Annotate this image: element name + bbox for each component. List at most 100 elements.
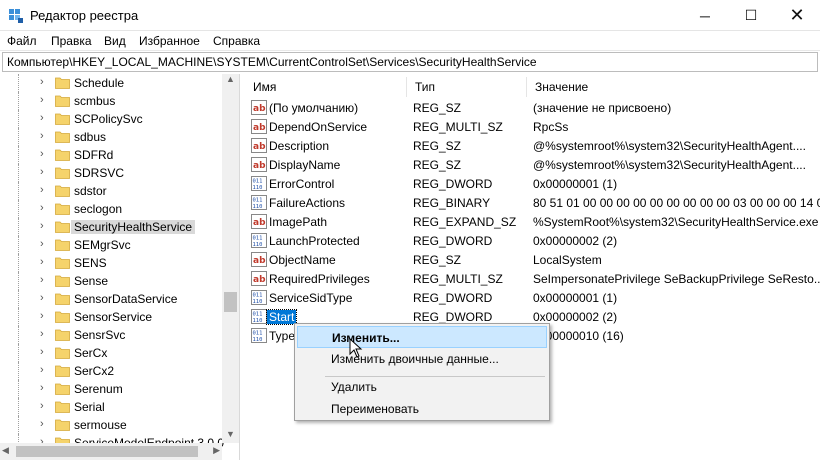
registry-value-row[interactable]: ab ImagePath REG_EXPAND_SZ %SystemRoot%\sys… — [245, 212, 820, 231]
value-type: REG_DWORD — [413, 310, 493, 324]
folder-icon — [55, 185, 70, 197]
menu-view[interactable]: Вид — [104, 34, 126, 48]
scroll-left-icon[interactable]: ◀ — [2, 445, 9, 456]
tree-connector — [18, 218, 19, 236]
tree-item[interactable]: › scmbus — [0, 92, 222, 110]
tree-item[interactable]: › SerCx2 — [0, 362, 222, 380]
expand-chevron-icon[interactable]: › — [40, 382, 44, 394]
registry-value-row[interactable]: ab DependOnService REG_MULTI_SZ RpcSs — [245, 117, 820, 136]
expand-chevron-icon[interactable]: › — [40, 184, 44, 196]
expand-chevron-icon[interactable]: › — [40, 220, 44, 232]
tree-item[interactable]: › SensrSvc — [0, 326, 222, 344]
registry-value-row[interactable]: ab RequiredPrivileges REG_MULTI_SZ SeImpers… — [245, 269, 820, 288]
expand-chevron-icon[interactable]: › — [40, 310, 44, 322]
context-menu-rename[interactable]: Переименовать — [297, 398, 547, 420]
scroll-up-icon[interactable]: ▲ — [222, 74, 239, 88]
context-menu-modify[interactable]: Изменить... — [297, 326, 547, 348]
expand-chevron-icon[interactable]: › — [40, 76, 44, 88]
tree-connector — [18, 344, 19, 362]
column-header-value[interactable]: Значение — [527, 77, 820, 97]
registry-value-row[interactable]: ab (По умолчанию) REG_SZ (значение не присв… — [245, 98, 820, 117]
minimize-button[interactable]: ─ — [682, 0, 728, 31]
context-menu-delete[interactable]: Удалить — [297, 376, 547, 398]
expand-chevron-icon[interactable]: › — [40, 418, 44, 430]
address-bar[interactable]: Компьютер\HKEY_LOCAL_MACHINE\SYSTEM\Curr… — [2, 52, 818, 72]
expand-chevron-icon[interactable]: › — [40, 328, 44, 340]
scroll-right-icon[interactable]: ▶ — [213, 445, 220, 456]
menu-file[interactable]: Файл — [7, 34, 37, 48]
value-name: DependOnService — [269, 120, 368, 134]
registry-value-row[interactable]: ab DisplayName REG_SZ @%systemroot%\system3… — [245, 155, 820, 174]
binary-value-icon: 011110 — [251, 176, 267, 191]
tree-item[interactable]: › sermouse — [0, 416, 222, 434]
tree-item[interactable]: › SensorService — [0, 308, 222, 326]
tree-item[interactable]: › Sense — [0, 272, 222, 290]
tree-item[interactable]: › SDFRd — [0, 146, 222, 164]
tree-item[interactable]: › sdbus — [0, 128, 222, 146]
value-type: REG_BINARY — [413, 196, 491, 210]
value-type: REG_MULTI_SZ — [413, 272, 503, 286]
context-menu-modify-binary[interactable]: Изменить двоичные данные... — [297, 348, 547, 370]
tree-item[interactable]: › Schedule — [0, 74, 222, 92]
tree-item[interactable]: › SEMgrSvc — [0, 236, 222, 254]
column-header-name[interactable]: Имя — [245, 77, 407, 97]
folder-icon — [55, 77, 70, 89]
registry-value-row[interactable]: 011 110 LaunchProtected REG_DWORD 0x00000002… — [245, 231, 820, 250]
folder-icon — [55, 167, 70, 179]
value-type: REG_SZ — [413, 253, 462, 267]
tree-item-label: Serenum — [74, 382, 123, 396]
registry-value-row[interactable]: 011 110 ErrorControl REG_DWORD 0x00000001 (1… — [245, 174, 820, 193]
tree-item[interactable]: › SecurityHealthService — [0, 218, 222, 236]
tree-item[interactable]: › sdstor — [0, 182, 222, 200]
menu-favorites[interactable]: Избранное — [139, 34, 200, 48]
registry-value-row[interactable]: 011 110 ServiceSidType REG_DWORD 0x00000001 … — [245, 288, 820, 307]
expand-chevron-icon[interactable]: › — [40, 274, 44, 286]
expand-chevron-icon[interactable]: › — [40, 364, 44, 376]
tree-horizontal-scrollbar[interactable]: ◀ ▶ — [0, 443, 222, 460]
scroll-down-icon[interactable]: ▼ — [222, 429, 239, 443]
tree-item[interactable]: › SENS — [0, 254, 222, 272]
tree-connector — [18, 398, 19, 416]
registry-value-row[interactable]: ab Description REG_SZ @%systemroot%\system3… — [245, 136, 820, 155]
window-title: Редактор реестра — [30, 8, 139, 23]
tree-item[interactable]: › Serenum — [0, 380, 222, 398]
scroll-thumb-horizontal[interactable] — [16, 446, 198, 457]
tree-item[interactable]: › SerCx — [0, 344, 222, 362]
svg-text:ab: ab — [253, 142, 266, 152]
menu-help[interactable]: Справка — [213, 34, 260, 48]
tree-item-label: Sense — [74, 274, 109, 288]
tree-item[interactable]: › SDRSVC — [0, 164, 222, 182]
title-bar: Редактор реестра ─ ☐ ✕ — [0, 0, 820, 31]
expand-chevron-icon[interactable]: › — [40, 112, 44, 124]
registry-value-row[interactable]: ab ObjectName REG_SZ LocalSystem — [245, 250, 820, 269]
expand-chevron-icon[interactable]: › — [40, 346, 44, 358]
value-type: REG_MULTI_SZ — [413, 120, 503, 134]
expand-chevron-icon[interactable]: › — [40, 202, 44, 214]
expand-chevron-icon[interactable]: › — [40, 256, 44, 268]
folder-icon — [55, 275, 70, 287]
expand-chevron-icon[interactable]: › — [40, 238, 44, 250]
value-name: Start — [265, 309, 298, 325]
expand-chevron-icon[interactable]: › — [40, 400, 44, 412]
value-type: REG_EXPAND_SZ — [413, 215, 517, 229]
expand-chevron-icon[interactable]: › — [40, 94, 44, 106]
tree-item[interactable]: › Serial — [0, 398, 222, 416]
tree-item[interactable]: › SCPolicySvc — [0, 110, 222, 128]
close-button[interactable]: ✕ — [774, 0, 820, 31]
tree-connector — [18, 236, 19, 254]
tree-item[interactable]: › seclogon — [0, 200, 222, 218]
expand-chevron-icon[interactable]: › — [40, 166, 44, 178]
maximize-button[interactable]: ☐ — [728, 0, 774, 31]
value-data: %SystemRoot%\system32\SecurityHealthServ… — [533, 215, 819, 229]
tree-vertical-scrollbar[interactable]: ▲ ▼ — [222, 74, 239, 443]
expand-chevron-icon[interactable]: › — [40, 130, 44, 142]
menu-edit[interactable]: Правка — [51, 34, 92, 48]
expand-chevron-icon[interactable]: › — [40, 292, 44, 304]
registry-value-row[interactable]: 011 110 FailureActions REG_BINARY 80 51 01 0… — [245, 193, 820, 212]
folder-icon — [55, 365, 70, 377]
column-header-type[interactable]: Тип — [407, 77, 527, 97]
scroll-thumb[interactable] — [224, 292, 237, 312]
expand-chevron-icon[interactable]: › — [40, 148, 44, 160]
tree-item[interactable]: › SensorDataService — [0, 290, 222, 308]
value-name: RequiredPrivileges — [269, 272, 370, 286]
